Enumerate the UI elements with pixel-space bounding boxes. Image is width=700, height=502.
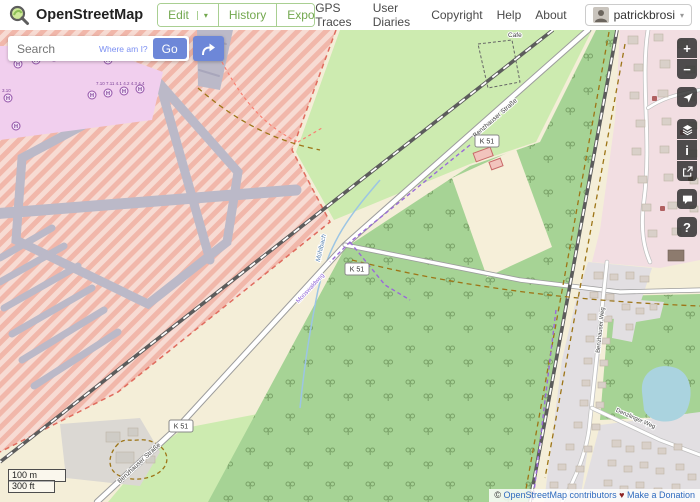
export-button[interactable]: Export — [277, 4, 315, 26]
where-am-i-link[interactable]: Where am I? — [99, 44, 148, 54]
history-button[interactable]: History — [219, 4, 277, 26]
nav-copyright[interactable]: Copyright — [431, 8, 482, 22]
query-features-button[interactable]: ? — [677, 217, 697, 237]
scale-imperial: 300 ft — [8, 480, 55, 493]
svg-text:H: H — [16, 62, 20, 68]
svg-text:K 51: K 51 — [350, 267, 365, 274]
svg-text:H: H — [14, 124, 18, 130]
scale-bar: 100 m 300 ft — [8, 469, 66, 494]
svg-text:K 51: K 51 — [480, 139, 495, 146]
search-box: Where am I? Go — [8, 36, 189, 61]
contributors-link[interactable]: OpenStreetMap contributors — [504, 490, 617, 500]
nav-help[interactable]: Help — [497, 8, 522, 22]
share-button[interactable] — [677, 161, 697, 181]
attribution: © OpenStreetMap contributors ♥ Make a Do… — [489, 489, 700, 502]
svg-text:H: H — [90, 93, 94, 99]
helipad-numbers-label: 7.10 7.11 4.1 4.2 4.3 4.4 — [96, 81, 145, 86]
map-controls: + − i ? — [677, 38, 697, 237]
add-note-button[interactable] — [677, 189, 697, 209]
copyright-symbol: © — [494, 490, 501, 500]
zoom-in-button[interactable]: + — [677, 38, 697, 58]
header: OpenStreetMap Edit ▾ History Export GPS … — [0, 0, 700, 30]
svg-text:K 51: K 51 — [174, 424, 189, 431]
go-button[interactable]: Go — [153, 38, 187, 59]
svg-text:H: H — [138, 87, 142, 93]
donation-link[interactable]: Make a Donation — [627, 490, 695, 500]
helipad-small-label: 3.10 — [2, 88, 11, 93]
header-nav: GPS Traces User Diaries Copyright Help A… — [315, 1, 692, 29]
nav-user-diaries[interactable]: User Diaries — [373, 1, 417, 29]
share-icon — [681, 165, 694, 178]
user-menu-button[interactable]: patrickbrosi ▾ — [585, 4, 692, 26]
osm-logo-icon — [8, 4, 30, 26]
header-button-group: Edit ▾ History Export — [157, 3, 315, 27]
directions-button[interactable] — [193, 36, 224, 61]
username: patrickbrosi — [614, 8, 675, 22]
locate-button[interactable] — [677, 87, 697, 107]
search-overlay: Where am I? Go — [8, 36, 224, 61]
user-dropdown-caret: ▾ — [680, 11, 684, 20]
locate-arrow-icon — [681, 91, 694, 104]
layers-button[interactable] — [677, 119, 697, 139]
map-canvas[interactable]: H H H H H H H H H H H H 7.10 7.11 4.1 4.… — [0, 30, 700, 502]
avatar — [593, 7, 609, 23]
edit-label: Edit — [168, 8, 189, 22]
layers-icon — [681, 123, 694, 136]
cafe-label: Cafe — [508, 32, 522, 39]
osm-logo-brand[interactable]: OpenStreetMap — [8, 4, 143, 26]
edit-button[interactable]: Edit ▾ — [158, 4, 219, 26]
svg-text:H: H — [122, 89, 126, 95]
svg-text:H: H — [6, 96, 10, 102]
zoom-out-button[interactable]: − — [677, 59, 697, 79]
brand-title: OpenStreetMap — [36, 7, 143, 23]
edit-dropdown-caret[interactable]: ▾ — [197, 11, 208, 20]
nav-gps-traces[interactable]: GPS Traces — [315, 1, 359, 29]
map-key-button[interactable]: i — [677, 140, 697, 160]
scale-metric: 100 m — [8, 469, 66, 482]
note-bubble-icon — [681, 193, 694, 206]
pond — [642, 366, 691, 421]
search-input[interactable] — [15, 41, 97, 57]
svg-text:H: H — [106, 91, 110, 97]
directions-arrow-icon — [199, 40, 217, 58]
heart-icon: ♥ — [619, 490, 624, 500]
nav-about[interactable]: About — [535, 8, 566, 22]
